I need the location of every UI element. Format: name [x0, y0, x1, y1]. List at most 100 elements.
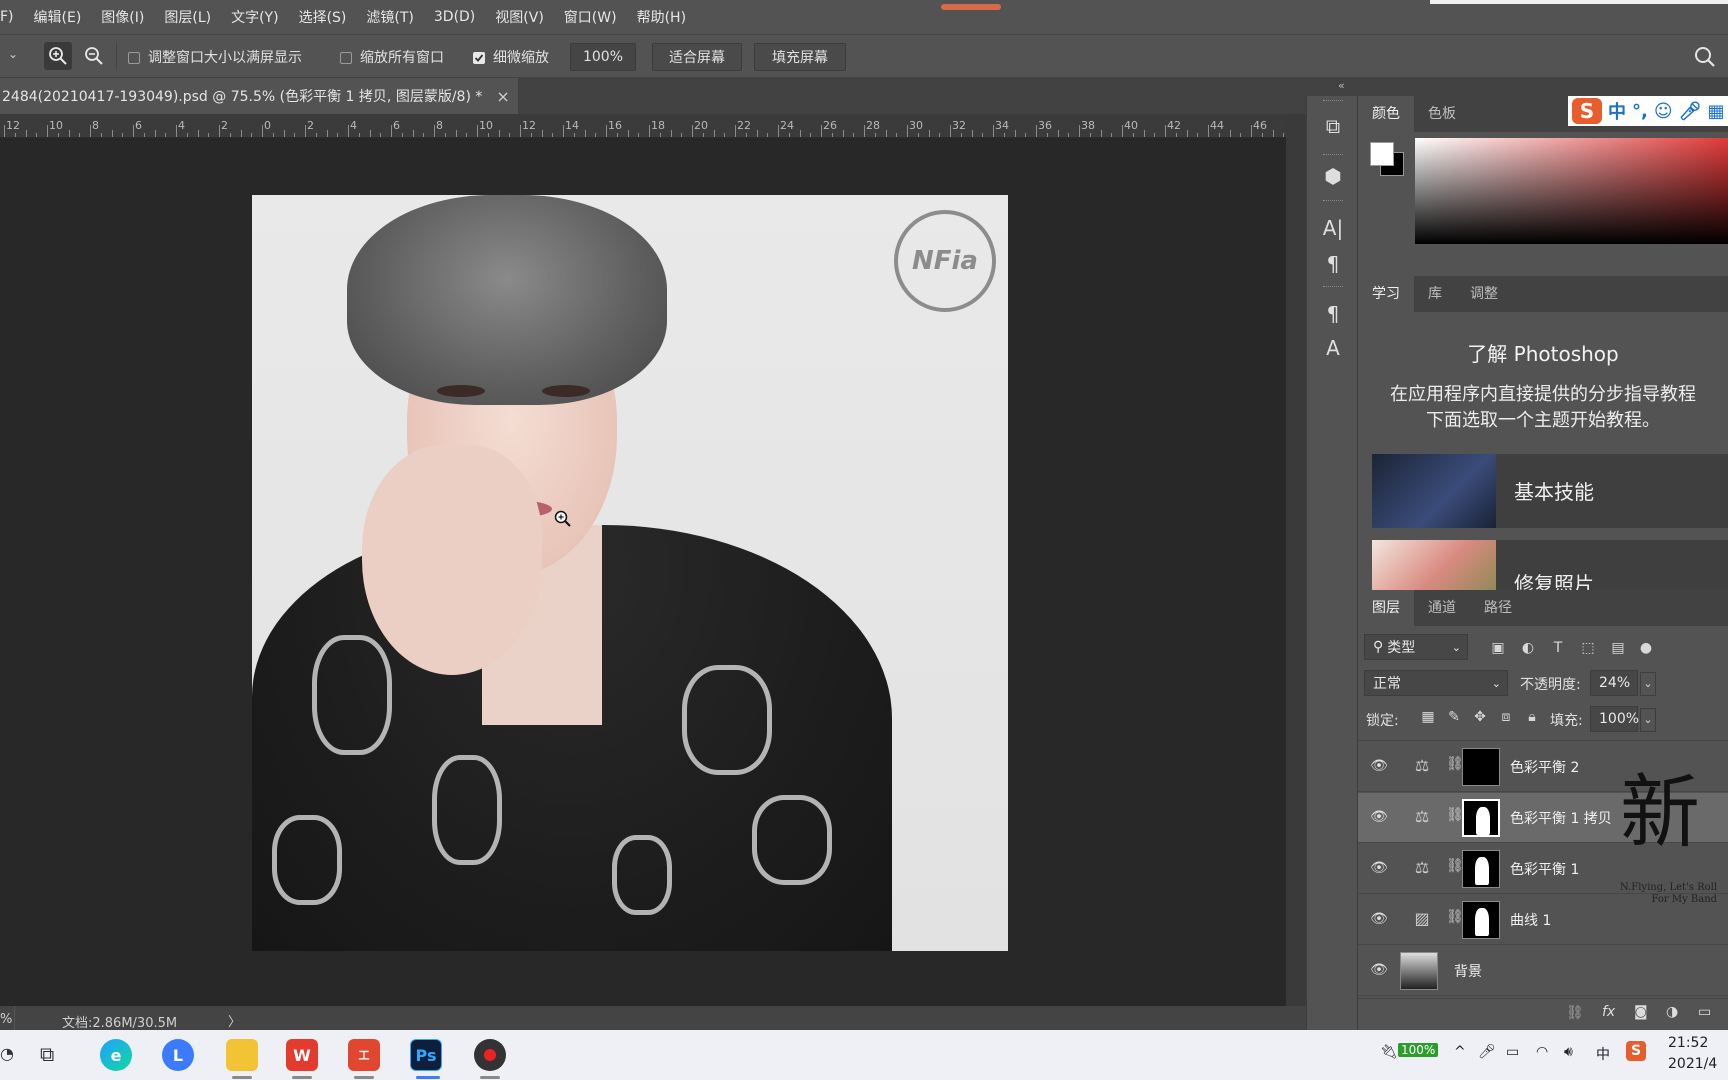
panel-collapse-bar[interactable]: «: [1306, 78, 1728, 96]
menu-file[interactable]: F): [0, 9, 24, 25]
link-layers-icon[interactable]: ⛓: [1566, 1005, 1584, 1021]
battery-icon[interactable]: ▭: [1506, 1044, 1519, 1060]
new-adjustment-icon[interactable]: ◑: [1666, 1004, 1678, 1020]
fill-screen-button[interactable]: 填充屏幕: [754, 43, 846, 71]
layer-row[interactable]: 👁︎ 背景: [1358, 946, 1728, 996]
recorder-icon[interactable]: [474, 1039, 506, 1071]
layer-thumbnail[interactable]: [1400, 952, 1438, 990]
opacity-field[interactable]: 24%: [1590, 670, 1638, 696]
file-explorer-icon[interactable]: [226, 1039, 258, 1071]
document-tab[interactable]: 2484(20210417-193049).psd @ 75.5% (色彩平衡 …: [0, 78, 518, 114]
lock-brush-icon[interactable]: ✎: [1444, 709, 1464, 729]
menu-edit[interactable]: 编辑(E): [24, 7, 92, 27]
paragraph-icon[interactable]: ¶: [1321, 252, 1345, 276]
tab-learn[interactable]: 学习: [1358, 276, 1414, 312]
fit-screen-button[interactable]: 适合屏幕: [652, 43, 742, 71]
vertical-scrollbar[interactable]: [1286, 114, 1306, 1006]
filter-adjustment-icon[interactable]: ◐: [1518, 640, 1538, 660]
start-fragment-icon[interactable]: ◔: [0, 1044, 14, 1063]
emoji-icon[interactable]: ☺: [1654, 101, 1673, 122]
lock-move-icon[interactable]: ✥: [1470, 709, 1490, 729]
mic-icon[interactable]: 🎤︎: [1478, 1044, 1496, 1060]
3d-icon[interactable]: ⬢: [1321, 164, 1345, 188]
battery-indicator[interactable]: 100%: [1398, 1043, 1439, 1057]
character-styles-icon[interactable]: A: [1321, 336, 1345, 360]
menu-3d[interactable]: 3D(D): [424, 9, 485, 25]
layer-mask-thumbnail[interactable]: [1462, 799, 1500, 837]
ime-toolbar[interactable]: S 中 °, ☺ 🎤︎ ▦: [1568, 96, 1728, 126]
tab-channels[interactable]: 通道: [1414, 590, 1470, 626]
filter-toggle-icon[interactable]: ●: [1636, 640, 1656, 660]
collapse-icon[interactable]: «: [1338, 79, 1345, 92]
character-icon[interactable]: A|: [1321, 216, 1345, 240]
menu-filter[interactable]: 滤镜(T): [356, 7, 423, 27]
layer-filter-kind[interactable]: ⚲ 类型 ⌄: [1364, 634, 1468, 660]
sogou-tray-icon[interactable]: S: [1626, 1041, 1646, 1061]
chevron-down-icon[interactable]: ⌄: [1640, 672, 1656, 696]
layer-mask-thumbnail[interactable]: [1462, 748, 1500, 786]
volume-icon[interactable]: 🔊︎: [1564, 1044, 1573, 1060]
resize-windows-checkbox[interactable]: [128, 52, 140, 64]
zoom-all-checkbox[interactable]: [340, 52, 352, 64]
zoom-in-icon[interactable]: [44, 42, 72, 70]
tab-color[interactable]: 颜色: [1358, 96, 1414, 132]
status-menu-arrow[interactable]: 〉: [228, 1011, 241, 1030]
menu-type[interactable]: 文字(Y): [221, 7, 288, 27]
search-icon[interactable]: [1694, 46, 1716, 72]
fill-field[interactable]: 100%: [1590, 706, 1639, 732]
learn-card-fix-photos[interactable]: 修复照片: [1372, 540, 1728, 590]
wifi-icon[interactable]: ◠: [1536, 1044, 1548, 1060]
lock-transparent-icon[interactable]: ▦: [1418, 709, 1438, 729]
tab-libraries[interactable]: 库: [1414, 276, 1456, 312]
ime-lang[interactable]: 中: [1608, 98, 1626, 124]
menu-layer[interactable]: 图层(L): [154, 7, 221, 27]
menu-view[interactable]: 视图(V): [485, 7, 554, 27]
eye-icon[interactable]: 👁︎: [1370, 758, 1388, 776]
chevron-up-icon[interactable]: ^: [1454, 1044, 1466, 1060]
menu-help[interactable]: 帮助(H): [627, 7, 696, 27]
blend-mode-select[interactable]: 正常 ⌄: [1364, 670, 1508, 696]
new-group-icon[interactable]: ▭: [1698, 1004, 1711, 1020]
filter-type-icon[interactable]: T: [1548, 640, 1568, 660]
layer-mask-thumbnail[interactable]: [1462, 901, 1500, 939]
eye-icon[interactable]: 👁︎: [1370, 962, 1388, 980]
document-image[interactable]: NFia: [252, 195, 1008, 951]
chevron-down-icon[interactable]: ⌄: [1640, 708, 1656, 732]
lock-artboard-icon[interactable]: ⧈: [1496, 709, 1516, 729]
lock-all-icon[interactable]: 🔒︎: [1522, 709, 1542, 729]
menu-select[interactable]: 选择(S): [289, 7, 357, 27]
eye-icon[interactable]: 👁︎: [1370, 911, 1388, 929]
status-zoom[interactable]: %: [0, 1012, 12, 1027]
tab-adjustments[interactable]: 调整: [1456, 276, 1512, 312]
foreground-color-swatch[interactable]: [1370, 142, 1394, 166]
clock[interactable]: 21:52 2021/4: [1668, 1033, 1717, 1075]
edge-icon[interactable]: e: [100, 1039, 132, 1071]
menu-window[interactable]: 窗口(W): [554, 7, 627, 27]
filter-shape-icon[interactable]: ⬚: [1578, 640, 1598, 660]
lark-icon[interactable]: L: [162, 1039, 194, 1071]
eye-icon[interactable]: 👁︎: [1370, 860, 1388, 878]
window-drag-handle[interactable]: [941, 4, 1001, 10]
scrubby-zoom-checkbox[interactable]: [473, 52, 485, 64]
sogou-logo-icon[interactable]: S: [1572, 98, 1602, 124]
tab-swatches[interactable]: 色板: [1414, 96, 1470, 132]
eye-icon[interactable]: 👁︎: [1370, 809, 1388, 827]
filter-pixel-icon[interactable]: ▣: [1488, 640, 1508, 660]
zoom-value-field[interactable]: 100%: [570, 43, 636, 71]
task-view-icon[interactable]: ⧉: [40, 1042, 54, 1066]
close-icon[interactable]: ×: [496, 87, 509, 106]
tab-paths[interactable]: 路径: [1470, 590, 1526, 626]
wps-icon[interactable]: W: [286, 1039, 318, 1071]
paragraph-styles-icon[interactable]: ¶: [1321, 302, 1345, 326]
keyboard-icon[interactable]: ▦: [1707, 101, 1724, 122]
plug-icon[interactable]: 🔌︎: [1380, 1044, 1398, 1060]
ime-punct[interactable]: °,: [1632, 101, 1648, 122]
mic-icon[interactable]: 🎤︎: [1679, 101, 1702, 122]
photoshop-icon[interactable]: Ps: [410, 1039, 442, 1071]
tool-preset-chevron-icon[interactable]: ⌄: [8, 47, 18, 61]
zoom-out-icon[interactable]: [80, 42, 108, 70]
add-mask-icon[interactable]: ◙: [1634, 1004, 1648, 1020]
fx-icon[interactable]: fx: [1602, 1004, 1615, 1020]
tab-layers[interactable]: 图层: [1358, 590, 1414, 626]
color-spectrum[interactable]: [1415, 138, 1728, 244]
